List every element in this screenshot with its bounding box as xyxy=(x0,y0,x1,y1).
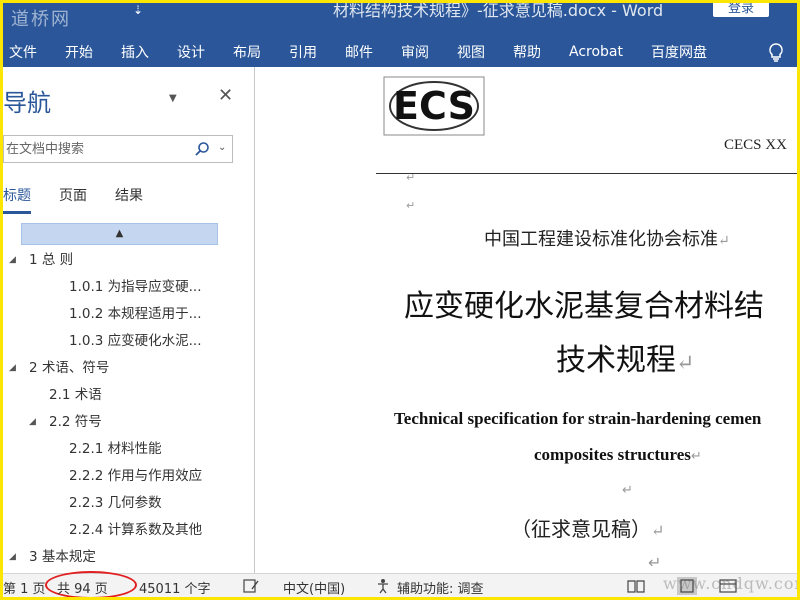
english-title-line2: composites structures↵ xyxy=(534,445,702,464)
outline-heading-label: 2.2 符号 xyxy=(49,414,102,430)
ribbon-tabs: 文件 开始 插入 设计 布局 引用 邮件 审阅 视图 帮助 Acrobat 百度… xyxy=(3,37,797,67)
expand-triangle-icon[interactable]: ◢ xyxy=(9,544,16,571)
outline-heading-label: 1.0.2 本规程适用于... xyxy=(69,306,202,322)
ecs-logo: ECS xyxy=(383,76,485,136)
outline-heading[interactable]: 2.1 术语 xyxy=(3,382,254,409)
nav-title: 导航 xyxy=(3,89,51,117)
outline-heading-label: 1.0.1 为指导应变硬... xyxy=(69,279,202,295)
ecs-logo-text: ECS xyxy=(393,84,475,128)
draft-label: （征求意见稿）↵ xyxy=(511,517,665,541)
tab-review[interactable]: 审阅 xyxy=(387,42,443,62)
doc-title-line1: 应变硬化水泥基复合材料结 xyxy=(404,289,764,324)
nav-search-box: ⌄ xyxy=(3,135,233,163)
nav-search-input[interactable] xyxy=(4,136,184,162)
tab-acrobat[interactable]: Acrobat xyxy=(555,44,637,60)
tab-baidu-netdisk[interactable]: 百度网盘 xyxy=(637,42,721,62)
outline-heading[interactable]: ◢ 3 基本规定 xyxy=(3,544,254,571)
expand-triangle-icon[interactable]: ◢ xyxy=(9,355,16,382)
page-indicator[interactable]: 第 1 页 xyxy=(3,578,46,597)
association-title: 中国工程建设标准化协会标准↵ xyxy=(484,229,730,250)
accessibility-status[interactable]: 辅助功能: 调查 xyxy=(397,578,484,597)
outline-heading-label: 2.2.2 作用与作用效应 xyxy=(69,468,203,484)
word-count[interactable]: 45011 个字 xyxy=(139,578,211,597)
accessibility-icon[interactable] xyxy=(375,578,393,594)
expand-triangle-icon[interactable]: ◢ xyxy=(29,409,36,436)
read-mode-icon[interactable] xyxy=(627,578,645,594)
english-title-line1: Technical specification for strain-harde… xyxy=(394,409,762,428)
paragraph-mark: ↵ xyxy=(622,483,633,498)
nav-tab-results[interactable]: 结果 xyxy=(115,185,143,214)
header-rule xyxy=(376,173,797,174)
close-icon[interactable]: ✕ xyxy=(218,85,233,106)
tab-home[interactable]: 开始 xyxy=(51,42,107,62)
outline-heading[interactable]: 2.2.4 计算系数及其他 xyxy=(3,517,254,544)
paragraph-mark: ↵ xyxy=(648,553,662,572)
tab-insert[interactable]: 插入 xyxy=(107,42,163,62)
language-indicator[interactable]: 中文(中国) xyxy=(283,578,345,597)
tab-references[interactable]: 引用 xyxy=(275,42,331,62)
page-total[interactable]: 共 94 页 xyxy=(57,578,108,597)
outline-heading-label: 2.2.4 计算系数及其他 xyxy=(69,522,203,538)
title-bar: 道桥网 ⇣ 材料结构技术规程》-征求意见稿.docx - Word 登录 xyxy=(3,3,797,37)
tab-mailings[interactable]: 邮件 xyxy=(331,42,387,62)
search-icon[interactable] xyxy=(194,141,210,157)
collapse-all-button[interactable]: ▲ xyxy=(21,223,218,245)
word-window: 道桥网 ⇣ 材料结构技术规程》-征求意见稿.docx - Word 登录 文件 … xyxy=(3,3,797,597)
watermark-top: 道桥网 xyxy=(11,9,71,30)
nav-options-icon[interactable]: ▼ xyxy=(169,93,177,104)
lightbulb-icon[interactable] xyxy=(765,41,787,63)
nav-tab-pages[interactable]: 页面 xyxy=(59,185,87,214)
outline-heading[interactable]: ◢ 2.2 符号 xyxy=(3,409,254,436)
window-title: 材料结构技术规程》-征求意见稿.docx - Word xyxy=(333,3,664,20)
standard-code: CECS XX xyxy=(724,137,787,153)
outline-heading-label: 2 术语、符号 xyxy=(29,360,110,376)
tab-view[interactable]: 视图 xyxy=(443,42,499,62)
doc-title-line2: 技术规程↵ xyxy=(556,343,695,378)
paragraph-mark: ↵ xyxy=(406,171,416,184)
outline-heading[interactable]: 1.0.1 为指导应变硬... xyxy=(3,274,254,301)
outline-heading[interactable]: 2.2.2 作用与作用效应 xyxy=(3,463,254,490)
tab-help[interactable]: 帮助 xyxy=(499,42,555,62)
expand-triangle-icon[interactable]: ◢ xyxy=(9,247,16,274)
outline-heading-label: 3 基本规定 xyxy=(29,549,96,565)
outline-heading-label: 2.2.1 材料性能 xyxy=(69,441,162,457)
outline-heading-label: 2.2.3 几何参数 xyxy=(69,495,162,511)
outline-heading[interactable]: 1.0.2 本规程适用于... xyxy=(3,301,254,328)
proofing-icon[interactable] xyxy=(243,578,261,594)
nav-tabs: 标题 页面 结果 xyxy=(3,185,171,214)
quick-access-arrow-icon[interactable]: ⇣ xyxy=(133,3,143,17)
document-page[interactable]: ECS CECS XX ↵ ↵ 中国工程建设标准化协会标准↵ 应变硬化水泥基复合… xyxy=(256,67,797,573)
outline-heading-label: 2.1 术语 xyxy=(49,387,102,403)
tab-file[interactable]: 文件 xyxy=(3,42,51,62)
outline-heading[interactable]: ◢ 1 总 则 xyxy=(3,247,254,274)
outline-heading[interactable]: 1.0.3 应变硬化水泥... xyxy=(3,328,254,355)
outline-heading[interactable]: 2.2.1 材料性能 xyxy=(3,436,254,463)
chevron-down-icon[interactable]: ⌄ xyxy=(218,142,226,153)
outline-heading-label: 1 总 则 xyxy=(29,252,74,268)
nav-tab-headings[interactable]: 标题 xyxy=(3,185,31,214)
tab-design[interactable]: 设计 xyxy=(163,42,219,62)
navigation-pane: 导航 ▼ ✕ ⌄ 标题 页面 结果 ▲ ◢ 1 总 则 1.0.1 为指导应变硬..… xyxy=(3,67,255,573)
heading-outline: ◢ 1 总 则 1.0.1 为指导应变硬... 1.0.2 本规程适用于... 1.0.… xyxy=(3,247,254,571)
status-bar: 第 1 页 共 94 页 45011 个字 中文(中国) 辅助功能: 调查 ww… xyxy=(3,571,797,597)
login-button[interactable]: 登录 xyxy=(713,3,769,17)
outline-heading[interactable]: ◢ 2 术语、符号 xyxy=(3,355,254,382)
watermark-bottom: www.cndqw.com xyxy=(663,574,797,593)
tab-layout[interactable]: 布局 xyxy=(219,42,275,62)
paragraph-mark: ↵ xyxy=(406,199,416,212)
outline-heading-label: 1.0.3 应变硬化水泥... xyxy=(69,333,202,349)
outline-heading[interactable]: 2.2.3 几何参数 xyxy=(3,490,254,517)
